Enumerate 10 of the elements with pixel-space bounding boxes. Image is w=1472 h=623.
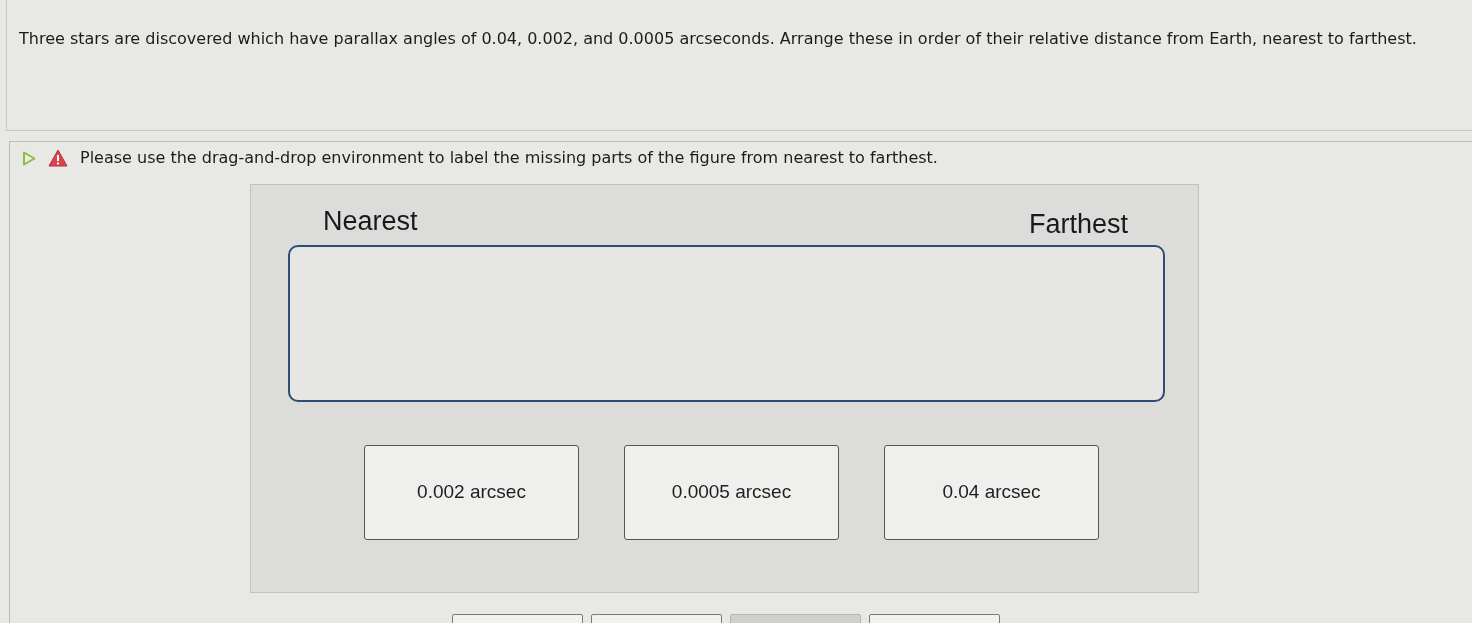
- play-icon[interactable]: [22, 150, 36, 166]
- draggable-label[interactable]: 0.0005 arcsec: [624, 445, 839, 540]
- warning-icon: [48, 149, 68, 167]
- draggable-label[interactable]: 0.04 arcsec: [884, 445, 1099, 540]
- draggable-label[interactable]: 0.002 arcsec: [364, 445, 579, 540]
- nearest-label: Nearest: [323, 205, 418, 237]
- farthest-label: Farthest: [1028, 208, 1128, 240]
- instruction-text: Please use the drag-and-drop environment to label the missing parts of the figure from nearest to farthest.: [80, 148, 938, 168]
- question-text: Three stars are discovered which have parallax angles of 0.04, 0.002, and 0.0005 arcseconds. Arrange these in order of their relative distance from Earth, nearest to farthest.: [19, 29, 1418, 49]
- drop-zone[interactable]: [288, 245, 1165, 402]
